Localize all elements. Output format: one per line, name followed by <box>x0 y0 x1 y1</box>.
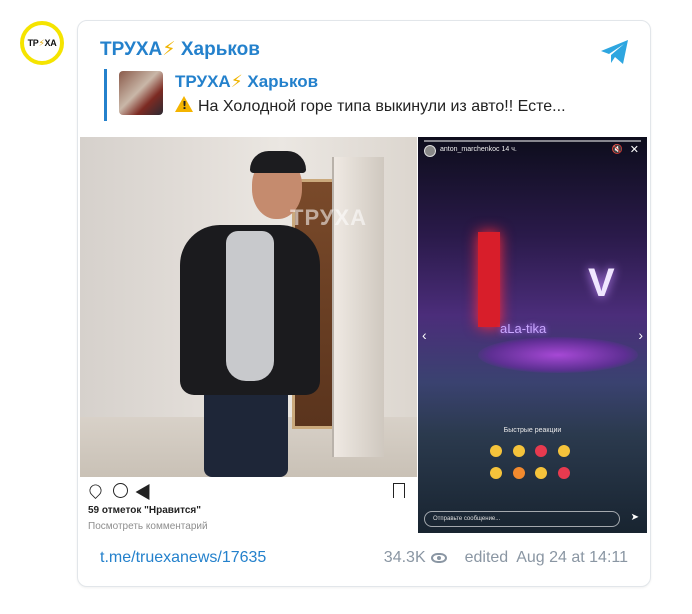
close-icon: ✕ <box>629 144 639 156</box>
instagram-actions <box>87 479 157 501</box>
wow-emoji-icon <box>512 445 525 457</box>
chevron-right-icon: › <box>638 327 643 343</box>
story-avatar <box>424 145 436 157</box>
fire-emoji-icon <box>512 467 525 479</box>
heart-icon <box>87 482 104 499</box>
reply-text: На Холодной горе типа выкинули из авто!!… <box>175 96 623 116</box>
media-photo-left[interactable]: ТРУХА 59 отметок "Нравится" Посмотреть к… <box>80 137 417 533</box>
send-icon <box>135 479 157 501</box>
bookmark-icon <box>393 483 405 498</box>
eye-icon <box>430 553 447 563</box>
photo-mirror <box>332 157 384 457</box>
reply-title: ТРУХА⚡ Харьков <box>175 72 318 92</box>
channel-bolt-icon: ⚡ <box>162 39 176 60</box>
views-count: 34.3K <box>383 549 426 566</box>
comment-icon <box>113 483 128 498</box>
reply-text-content: На Холодной горе типа выкинули из авто!!… <box>198 98 566 115</box>
channel-avatar[interactable]: ТР ⚡ ХА <box>20 21 64 65</box>
message-card: ТРУХА⚡ Харьков ТРУХА⚡ Харьков На Холодно… <box>77 20 651 587</box>
sad-emoji-icon <box>557 445 570 457</box>
reply-bolt-icon: ⚡ <box>230 72 243 91</box>
person-legs <box>204 387 288 477</box>
channel-name-prefix: ТРУХА <box>100 39 163 60</box>
story-progress-bar <box>424 140 641 142</box>
neon-text: аLa-tika <box>500 321 547 336</box>
view-comments-link: Посмотреть комментарий <box>88 521 208 532</box>
avatar-text-right: ХА <box>44 38 57 48</box>
mute-icon: 🔇 <box>611 144 623 154</box>
message-date: Aug 24 at 14:11 <box>516 549 628 566</box>
person-cap <box>250 151 306 173</box>
floor-glow <box>478 337 638 373</box>
hundred-emoji-icon <box>557 467 570 479</box>
post-link[interactable]: t.me/truexanews/17635 <box>100 549 266 567</box>
quick-reactions-grid <box>490 445 580 479</box>
story-username: anton_marchenkoc 14 ч. <box>440 146 517 153</box>
reply-title-suffix: Харьков <box>247 72 319 91</box>
clap-emoji-icon <box>490 467 502 479</box>
story-send-icon: ➤ <box>630 512 639 523</box>
channel-name-suffix: Харьков <box>180 39 260 60</box>
avatar-text-left: ТР <box>27 38 39 48</box>
party-emoji-icon <box>535 467 547 479</box>
laugh-emoji-icon <box>490 445 502 457</box>
channel-title[interactable]: ТРУХА⚡ Харьков <box>100 38 260 61</box>
instagram-photo: ТРУХА <box>80 137 417 477</box>
watermark-text: ТРУХА <box>290 205 368 230</box>
media-story-right[interactable]: anton_marchenkoc 14 ч. 🔇 ✕ V аLa-tika ‹ … <box>418 137 647 533</box>
story-reply-input: Отправьте сообщение... <box>424 511 620 527</box>
edited-label: edited <box>464 549 509 566</box>
neon-red-panel <box>478 232 500 327</box>
heart-eyes-emoji-icon <box>535 445 547 457</box>
chevron-left-icon: ‹ <box>422 327 427 343</box>
reply-thumbnail <box>119 71 163 115</box>
reply-title-prefix: ТРУХА <box>175 72 231 91</box>
telegram-icon[interactable] <box>600 39 630 65</box>
quick-reactions-label: Быстрые реакции <box>503 427 562 434</box>
person-shirt <box>226 231 274 381</box>
warning-icon <box>175 96 193 112</box>
message-meta: 34.3K edited Aug 24 at 14:11 <box>384 549 628 567</box>
neon-v-sign: V <box>588 261 615 305</box>
reply-quote[interactable]: ТРУХА⚡ Харьков На Холодной горе типа вык… <box>104 69 624 121</box>
likes-count: 59 отметок "Нравится" <box>88 505 201 516</box>
